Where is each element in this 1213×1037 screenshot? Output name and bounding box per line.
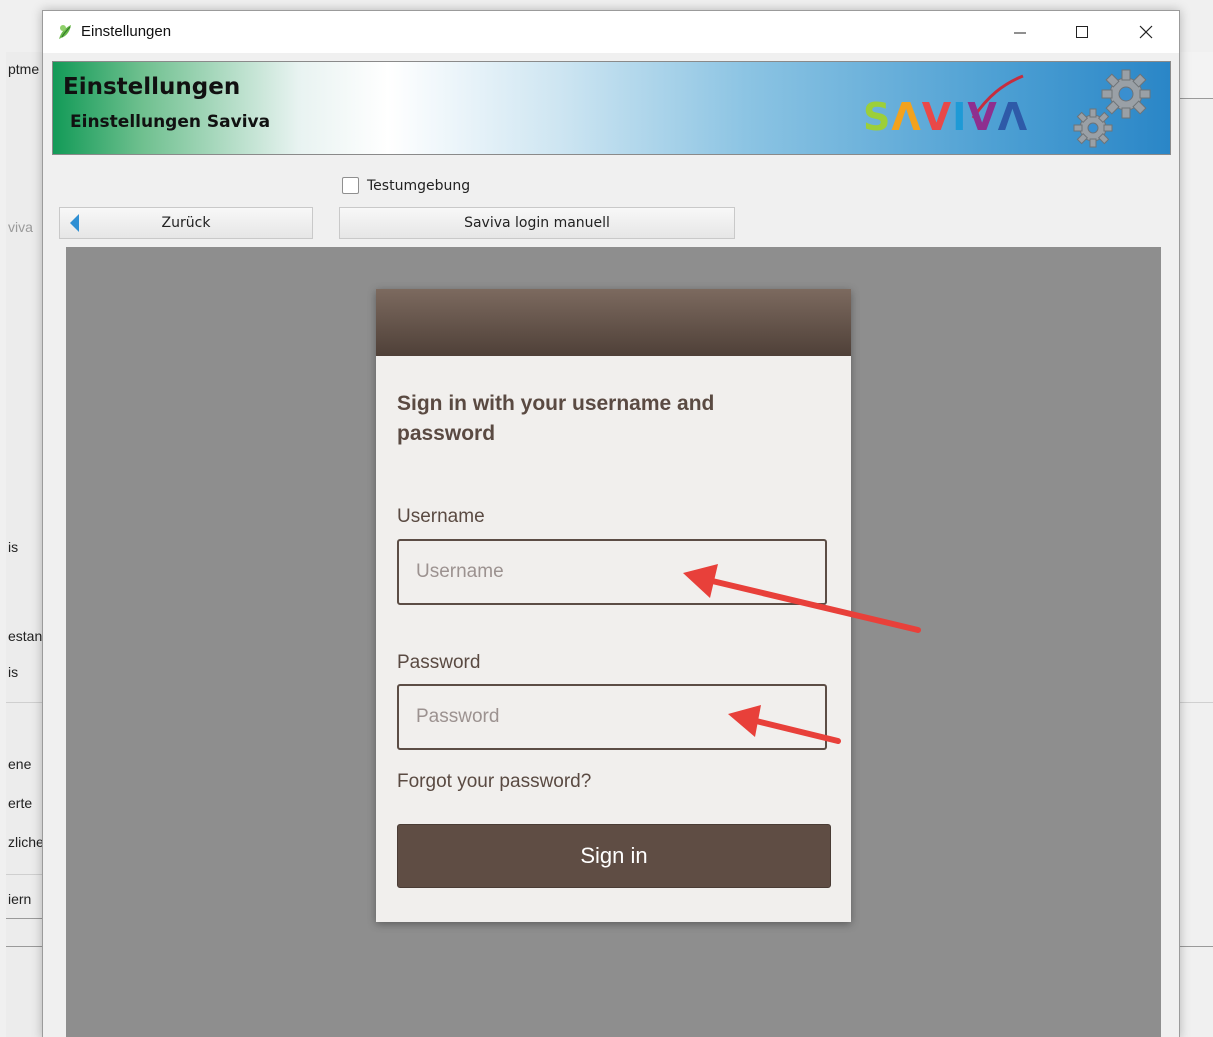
parent-label: erte <box>8 795 33 811</box>
parent-divider <box>6 946 46 947</box>
sign-in-button[interactable]: Sign in <box>397 824 831 888</box>
back-arrow-icon <box>70 214 79 232</box>
parent-divider <box>6 918 46 919</box>
password-input[interactable] <box>397 684 827 750</box>
parent-label: is <box>8 539 19 555</box>
username-input[interactable] <box>397 539 827 605</box>
parent-label: ene <box>8 756 32 772</box>
close-icon <box>1139 25 1153 39</box>
banner-title: Einstellungen <box>63 74 241 100</box>
login-card: Sign in with your username and password … <box>376 289 851 922</box>
parent-label: is <box>8 664 19 680</box>
embedded-browser: Sign in with your username and password … <box>66 247 1161 1037</box>
back-button-label: Zurück <box>161 215 211 231</box>
parent-label: ptme <box>8 61 40 77</box>
forgot-password-link[interactable]: Forgot your password? <box>397 771 591 793</box>
app-leaf-icon <box>59 25 71 39</box>
saviva-logo: SΛVIVΛ <box>863 74 1028 139</box>
parent-label: estan <box>8 628 43 644</box>
back-button[interactable]: Zurück <box>59 207 313 239</box>
minimize-button[interactable] <box>989 11 1051 53</box>
window-title: Einstellungen <box>81 23 172 40</box>
password-label: Password <box>397 652 481 673</box>
maximize-icon <box>1076 26 1088 38</box>
testumgebung-checkbox[interactable] <box>342 177 359 194</box>
parent-label: viva <box>8 219 33 235</box>
parent-label: zliche <box>8 834 44 850</box>
parent-divider <box>1180 702 1213 703</box>
parent-divider <box>6 702 46 703</box>
manual-login-label: Saviva login manuell <box>464 215 610 231</box>
gears-icon <box>1073 69 1151 148</box>
login-card-header <box>376 289 851 356</box>
close-button[interactable] <box>1115 11 1177 53</box>
testumgebung-checkbox-row[interactable]: Testumgebung <box>342 177 470 194</box>
parent-divider <box>6 874 46 875</box>
maximize-button[interactable] <box>1051 11 1113 53</box>
settings-dialog: Einstellungen Einstellungen Einstellunge… <box>42 10 1180 1037</box>
banner-subtitle: Einstellungen Saviva <box>70 112 271 132</box>
title-bar[interactable]: Einstellungen <box>43 11 1179 53</box>
login-heading: Sign in with your username and password <box>397 392 715 445</box>
parent-label: iern <box>8 891 32 907</box>
svg-text:SΛVIVΛ: SΛVIVΛ <box>863 95 1028 139</box>
manual-login-button[interactable]: Saviva login manuell <box>339 207 735 239</box>
username-label: Username <box>397 506 485 527</box>
parent-divider <box>1180 946 1213 947</box>
minimize-icon <box>1014 32 1026 34</box>
testumgebung-label: Testumgebung <box>367 177 471 194</box>
header-banner: Einstellungen Einstellungen Saviva SΛVIV… <box>52 61 1171 155</box>
screen: ptme viva is estan is ene erte zliche ie… <box>0 0 1213 1037</box>
